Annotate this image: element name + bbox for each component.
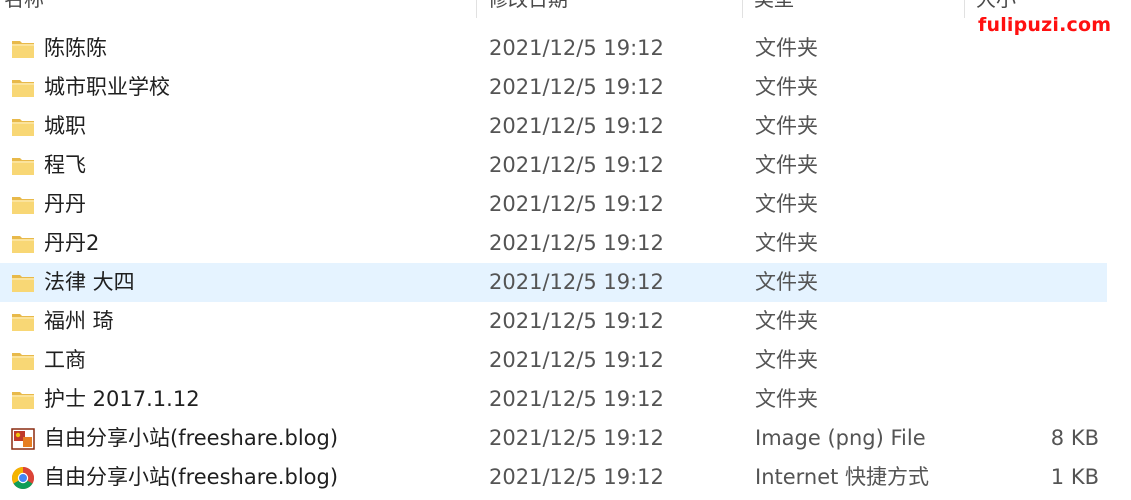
folder-icon bbox=[10, 309, 36, 335]
folder-icon bbox=[10, 75, 36, 101]
file-modified-date: 2021/12/5 19:12 bbox=[489, 192, 664, 216]
file-name: 丹丹 bbox=[44, 192, 86, 216]
file-row[interactable]: 城职 2021/12/5 19:12 文件夹 bbox=[0, 107, 1107, 146]
file-size: 1 KB bbox=[1050, 465, 1099, 489]
file-modified-date: 2021/12/5 19:12 bbox=[489, 114, 664, 138]
file-type: 文件夹 bbox=[755, 114, 818, 138]
file-row[interactable]: 丹丹2 2021/12/5 19:12 文件夹 bbox=[0, 224, 1107, 263]
column-header-type[interactable]: 类型 bbox=[750, 0, 794, 18]
file-type: 文件夹 bbox=[755, 231, 818, 255]
file-name: 工商 bbox=[44, 348, 86, 372]
column-divider[interactable] bbox=[742, 0, 743, 18]
file-type: Image (png) File bbox=[755, 426, 926, 450]
file-name: 陈陈陈 bbox=[44, 36, 107, 60]
file-name: 自由分享小站(freeshare.blog) bbox=[44, 465, 339, 489]
folder-icon bbox=[10, 114, 36, 140]
file-row[interactable]: 自由分享小站(freeshare.blog) 2021/12/5 19:12 Int… bbox=[0, 458, 1107, 497]
file-modified-date: 2021/12/5 19:12 bbox=[489, 75, 664, 99]
file-modified-date: 2021/12/5 19:12 bbox=[489, 36, 664, 60]
file-row[interactable]: 陈陈陈 2021/12/5 19:12 文件夹 bbox=[0, 29, 1107, 68]
folder-icon bbox=[10, 387, 36, 413]
file-type: 文件夹 bbox=[755, 153, 818, 177]
file-type: Internet 快捷方式 bbox=[755, 465, 930, 489]
file-type: 文件夹 bbox=[755, 348, 818, 372]
file-name: 城职 bbox=[44, 114, 86, 138]
file-modified-date: 2021/12/5 19:12 bbox=[489, 270, 664, 294]
file-modified-date: 2021/12/5 19:12 bbox=[489, 309, 664, 333]
file-modified-date: 2021/12/5 19:12 bbox=[489, 153, 664, 177]
file-modified-date: 2021/12/5 19:12 bbox=[489, 465, 664, 489]
column-header-name[interactable]: 名称 bbox=[0, 0, 44, 18]
column-header-bar: 名称 修改日期 类型 大小 bbox=[0, 0, 1131, 18]
column-header-modified[interactable]: 修改日期 bbox=[484, 0, 568, 18]
file-modified-date: 2021/12/5 19:12 bbox=[489, 426, 664, 450]
file-list: 陈陈陈 2021/12/5 19:12 文件夹 城市职业学校 2021/12/5 19… bbox=[0, 29, 1131, 497]
file-size: 8 KB bbox=[1050, 426, 1099, 450]
file-name: 程飞 bbox=[44, 153, 86, 177]
file-row[interactable]: 程飞 2021/12/5 19:12 文件夹 bbox=[0, 146, 1107, 185]
file-name: 福州 琦 bbox=[44, 309, 114, 333]
file-type: 文件夹 bbox=[755, 36, 818, 60]
column-divider[interactable] bbox=[476, 0, 477, 18]
file-name: 丹丹2 bbox=[44, 231, 100, 255]
file-name: 城市职业学校 bbox=[44, 75, 170, 99]
file-name: 护士 2017.1.12 bbox=[44, 387, 200, 411]
file-row[interactable]: 护士 2017.1.12 2021/12/5 19:12 文件夹 bbox=[0, 380, 1107, 419]
file-modified-date: 2021/12/5 19:12 bbox=[489, 231, 664, 255]
folder-icon bbox=[10, 153, 36, 179]
column-divider[interactable] bbox=[964, 0, 965, 18]
folder-icon bbox=[10, 36, 36, 62]
file-row[interactable]: 法律 大四 2021/12/5 19:12 文件夹 bbox=[0, 263, 1107, 302]
png-image-icon bbox=[10, 426, 36, 452]
file-row[interactable]: 丹丹 2021/12/5 19:12 文件夹 bbox=[0, 185, 1107, 224]
folder-icon bbox=[10, 231, 36, 257]
file-type: 文件夹 bbox=[755, 75, 818, 99]
file-type: 文件夹 bbox=[755, 387, 818, 411]
file-type: 文件夹 bbox=[755, 192, 818, 216]
file-name: 自由分享小站(freeshare.blog) bbox=[44, 426, 339, 450]
folder-icon bbox=[10, 348, 36, 374]
file-modified-date: 2021/12/5 19:12 bbox=[489, 387, 664, 411]
file-type: 文件夹 bbox=[755, 309, 818, 333]
folder-icon bbox=[10, 270, 36, 296]
file-name: 法律 大四 bbox=[44, 270, 135, 294]
file-modified-date: 2021/12/5 19:12 bbox=[489, 348, 664, 372]
chrome-shortcut-icon bbox=[10, 465, 36, 491]
file-row[interactable]: 工商 2021/12/5 19:12 文件夹 bbox=[0, 341, 1107, 380]
file-row[interactable]: 自由分享小站(freeshare.blog) 2021/12/5 19:12 Ima… bbox=[0, 419, 1107, 458]
file-type: 文件夹 bbox=[755, 270, 818, 294]
file-row[interactable]: 福州 琦 2021/12/5 19:12 文件夹 bbox=[0, 302, 1107, 341]
file-row[interactable]: 城市职业学校 2021/12/5 19:12 文件夹 bbox=[0, 68, 1107, 107]
folder-icon bbox=[10, 192, 36, 218]
